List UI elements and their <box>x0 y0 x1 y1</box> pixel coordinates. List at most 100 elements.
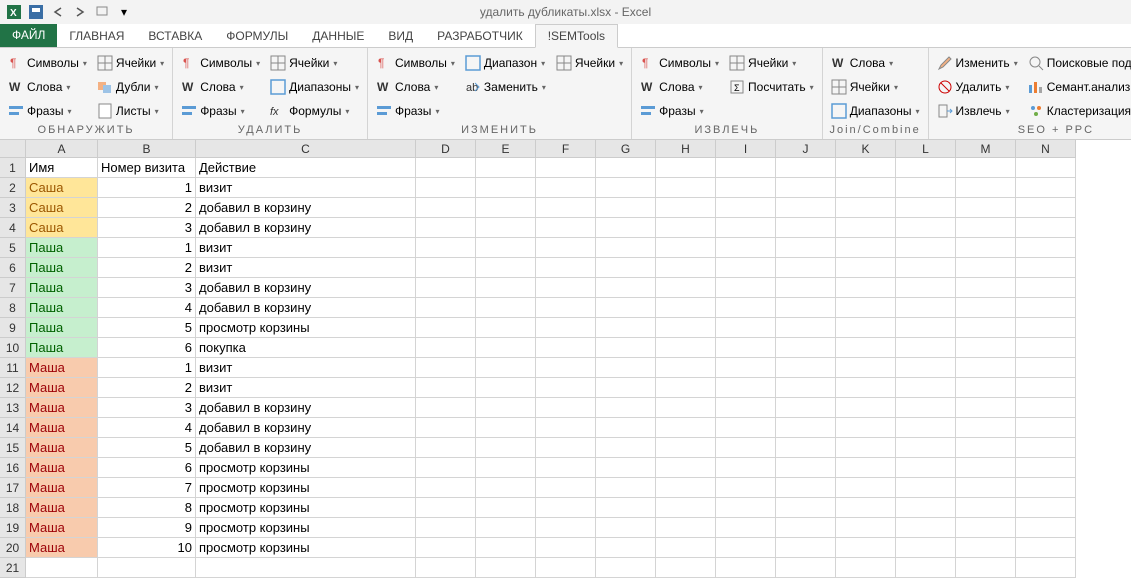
cell-F2[interactable] <box>536 178 596 198</box>
cell-K11[interactable] <box>836 358 896 378</box>
ribbon-button-кластеризация[interactable]: Кластеризация▾ <box>1024 100 1131 122</box>
cell-I11[interactable] <box>716 358 776 378</box>
cell-L20[interactable] <box>896 538 956 558</box>
cell-N20[interactable] <box>1016 538 1076 558</box>
cell-I18[interactable] <box>716 498 776 518</box>
row-header[interactable]: 4 <box>0 218 26 238</box>
cell-D4[interactable] <box>416 218 476 238</box>
cell-G5[interactable] <box>596 238 656 258</box>
cell-M7[interactable] <box>956 278 1016 298</box>
cell-N21[interactable] <box>1016 558 1076 578</box>
ribbon-button-формулы[interactable]: fxФормулы▾ <box>266 100 363 122</box>
tab-формулы[interactable]: ФОРМУЛЫ <box>214 25 300 47</box>
cell-F9[interactable] <box>536 318 596 338</box>
cell-H11[interactable] <box>656 358 716 378</box>
cell-C15[interactable]: добавил в корзину <box>196 438 416 458</box>
cell-C18[interactable]: просмотр корзины <box>196 498 416 518</box>
cell-F3[interactable] <box>536 198 596 218</box>
cell-C8[interactable]: добавил в корзину <box>196 298 416 318</box>
cell-I4[interactable] <box>716 218 776 238</box>
cell-C2[interactable]: визит <box>196 178 416 198</box>
ribbon-button-заменить[interactable]: abЗаменить▾ <box>461 76 550 98</box>
cell-D7[interactable] <box>416 278 476 298</box>
cell-F19[interactable] <box>536 518 596 538</box>
cell-E8[interactable] <box>476 298 536 318</box>
cell-L2[interactable] <box>896 178 956 198</box>
cell-H1[interactable] <box>656 158 716 178</box>
cell-H21[interactable] <box>656 558 716 578</box>
cell-C4[interactable]: добавил в корзину <box>196 218 416 238</box>
cell-F4[interactable] <box>536 218 596 238</box>
cell-C21[interactable] <box>196 558 416 578</box>
cell-L21[interactable] <box>896 558 956 578</box>
cell-F7[interactable] <box>536 278 596 298</box>
row-header[interactable]: 8 <box>0 298 26 318</box>
cell-J9[interactable] <box>776 318 836 338</box>
cell-L9[interactable] <box>896 318 956 338</box>
col-header-G[interactable]: G <box>596 140 656 158</box>
ribbon-button-поисковые подсказки[interactable]: Поисковые подсказки▾ <box>1024 52 1131 74</box>
row-header[interactable]: 12 <box>0 378 26 398</box>
cell-C12[interactable]: визит <box>196 378 416 398</box>
cell-F1[interactable] <box>536 158 596 178</box>
tab-file[interactable]: ФАЙЛ <box>0 23 57 47</box>
cell-G16[interactable] <box>596 458 656 478</box>
cell-N18[interactable] <box>1016 498 1076 518</box>
cell-C20[interactable]: просмотр корзины <box>196 538 416 558</box>
cell-B18[interactable]: 8 <box>98 498 196 518</box>
cell-J1[interactable] <box>776 158 836 178</box>
cell-A11[interactable]: Маша <box>26 358 98 378</box>
cell-F17[interactable] <box>536 478 596 498</box>
ribbon-button-ячейки[interactable]: Ячейки▾ <box>266 52 363 74</box>
cell-D10[interactable] <box>416 338 476 358</box>
cell-C1[interactable]: Действие <box>196 158 416 178</box>
qat-customize-icon[interactable]: ▾ <box>114 2 134 22</box>
cell-K1[interactable] <box>836 158 896 178</box>
cell-N16[interactable] <box>1016 458 1076 478</box>
row-header[interactable]: 21 <box>0 558 26 578</box>
cell-J10[interactable] <box>776 338 836 358</box>
cell-C3[interactable]: добавил в корзину <box>196 198 416 218</box>
cell-E11[interactable] <box>476 358 536 378</box>
tab-вставка[interactable]: ВСТАВКА <box>136 25 214 47</box>
ribbon-button-изменить[interactable]: Изменить▾ <box>933 52 1022 74</box>
cell-A5[interactable]: Паша <box>26 238 98 258</box>
cell-G18[interactable] <box>596 498 656 518</box>
cell-M20[interactable] <box>956 538 1016 558</box>
row-header[interactable]: 6 <box>0 258 26 278</box>
ribbon-button-символы[interactable]: ¶Символы▾ <box>177 52 264 74</box>
col-header-C[interactable]: C <box>196 140 416 158</box>
cell-B6[interactable]: 2 <box>98 258 196 278</box>
cell-M1[interactable] <box>956 158 1016 178</box>
row-header[interactable]: 5 <box>0 238 26 258</box>
row-header[interactable]: 1 <box>0 158 26 178</box>
cell-E12[interactable] <box>476 378 536 398</box>
cell-I6[interactable] <box>716 258 776 278</box>
cell-B10[interactable]: 6 <box>98 338 196 358</box>
cell-A21[interactable] <box>26 558 98 578</box>
cell-H19[interactable] <box>656 518 716 538</box>
row-header[interactable]: 20 <box>0 538 26 558</box>
row-header[interactable]: 15 <box>0 438 26 458</box>
cell-L8[interactable] <box>896 298 956 318</box>
cell-C6[interactable]: визит <box>196 258 416 278</box>
cell-N8[interactable] <box>1016 298 1076 318</box>
cell-H3[interactable] <box>656 198 716 218</box>
cell-I16[interactable] <box>716 458 776 478</box>
cell-G20[interactable] <box>596 538 656 558</box>
cell-E17[interactable] <box>476 478 536 498</box>
cell-K2[interactable] <box>836 178 896 198</box>
col-header-I[interactable]: I <box>716 140 776 158</box>
cell-J4[interactable] <box>776 218 836 238</box>
cell-I1[interactable] <box>716 158 776 178</box>
cell-N4[interactable] <box>1016 218 1076 238</box>
ribbon-button-ячейки[interactable]: Ячейки▾ <box>552 52 627 74</box>
cell-D14[interactable] <box>416 418 476 438</box>
cell-D12[interactable] <box>416 378 476 398</box>
cell-N17[interactable] <box>1016 478 1076 498</box>
col-header-J[interactable]: J <box>776 140 836 158</box>
cell-N12[interactable] <box>1016 378 1076 398</box>
cell-G6[interactable] <box>596 258 656 278</box>
cell-H18[interactable] <box>656 498 716 518</box>
cell-D8[interactable] <box>416 298 476 318</box>
